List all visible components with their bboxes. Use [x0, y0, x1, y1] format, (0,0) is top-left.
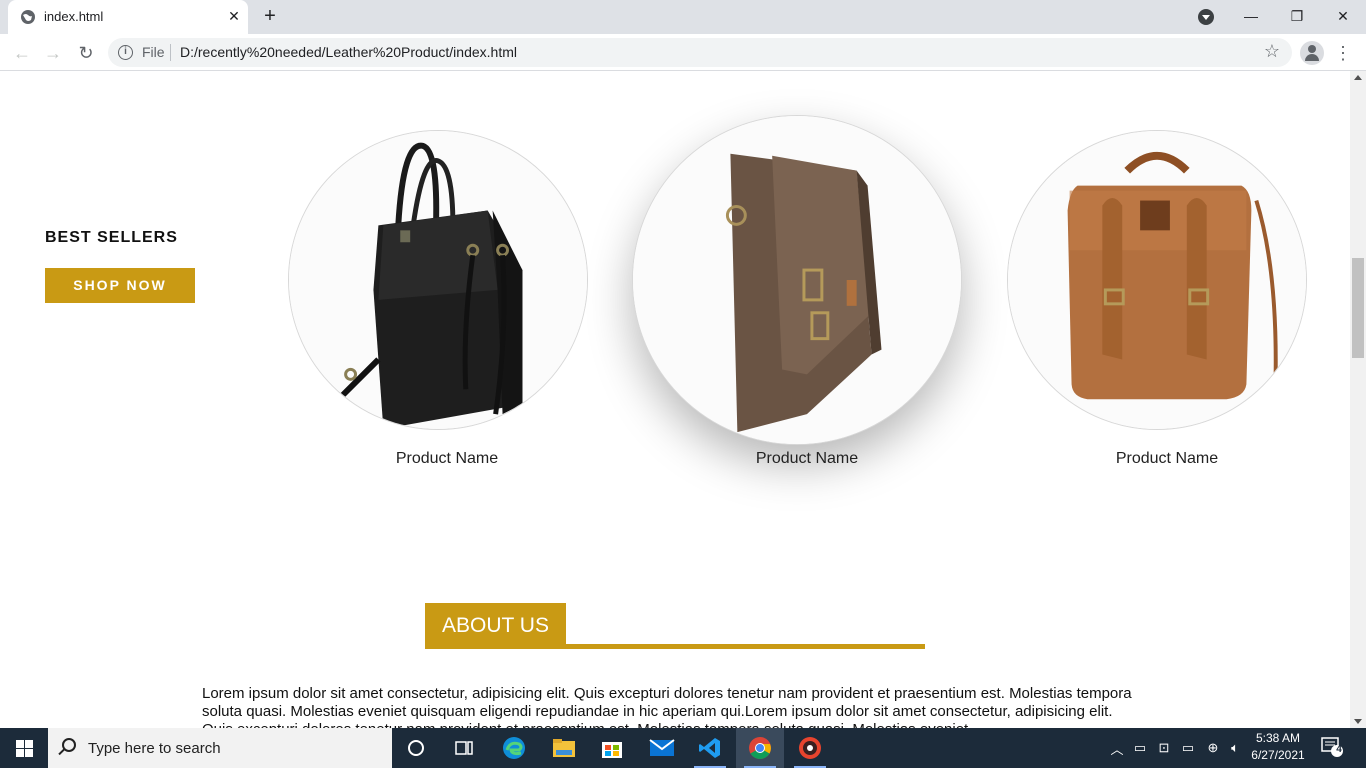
- browser-tab-strip: index.html ✕ + — ❐ ✕: [0, 0, 1366, 34]
- site-info-icon[interactable]: i: [118, 45, 133, 60]
- reload-icon[interactable]: ↻: [73, 40, 99, 66]
- browser-tab[interactable]: index.html ✕: [8, 0, 248, 34]
- notification-count: 4: [1336, 744, 1342, 755]
- profile-avatar-icon[interactable]: [1300, 41, 1324, 65]
- divider: [170, 44, 171, 61]
- minimize-button[interactable]: —: [1228, 0, 1274, 34]
- address-bar[interactable]: i File D:/recently%20needed/Leather%20Pr…: [108, 38, 1292, 67]
- clock-time: 5:38 AM: [1255, 731, 1301, 745]
- tan-backpack-image: [1008, 131, 1306, 429]
- product-name-1[interactable]: Product Name: [347, 450, 547, 468]
- close-window-button[interactable]: ✕: [1320, 0, 1366, 34]
- product-name-2[interactable]: Product Name: [707, 450, 907, 468]
- notification-center-icon[interactable]: 4: [1320, 736, 1346, 760]
- scheme-label: File: [142, 44, 165, 60]
- back-icon[interactable]: ←: [9, 40, 35, 66]
- forward-icon[interactable]: →: [40, 40, 66, 66]
- scroll-down-icon[interactable]: [1354, 719, 1362, 724]
- bookmark-star-icon[interactable]: ☆: [1264, 41, 1280, 62]
- meet-now-icon[interactable]: ▭: [1130, 728, 1150, 768]
- task-view-icon[interactable]: [440, 728, 488, 768]
- tab-title: index.html: [44, 9, 104, 24]
- shop-now-button[interactable]: SHOP NOW: [45, 268, 195, 303]
- security-icon[interactable]: ⊡: [1154, 728, 1174, 768]
- product-image-tan-backpack[interactable]: [1007, 130, 1307, 430]
- tab-search-icon[interactable]: [1198, 9, 1214, 25]
- globe-icon: [21, 10, 35, 24]
- taskbar-search-box[interactable]: Type here to search: [48, 728, 392, 768]
- chrome-icon[interactable]: [736, 728, 784, 768]
- product-name-3[interactable]: Product Name: [1067, 450, 1267, 468]
- volume-icon[interactable]: 🔈︎: [1226, 728, 1244, 768]
- edge-icon[interactable]: [490, 728, 538, 768]
- system-clock[interactable]: 5:38 AM 6/27/2021: [1244, 730, 1312, 764]
- battery-icon[interactable]: ▭: [1178, 728, 1198, 768]
- media-player-icon[interactable]: [786, 728, 834, 768]
- menu-kebab-icon[interactable]: ⋮: [1334, 40, 1352, 66]
- new-tab-button[interactable]: +: [258, 6, 282, 28]
- cortana-icon[interactable]: [392, 728, 440, 768]
- scroll-up-icon[interactable]: [1354, 75, 1362, 80]
- black-bag-image: [289, 131, 587, 429]
- close-tab-icon[interactable]: ✕: [224, 6, 244, 26]
- clock-date: 6/27/2021: [1251, 748, 1305, 762]
- mail-icon[interactable]: [638, 728, 686, 768]
- product-image-brown-messenger[interactable]: [632, 115, 962, 445]
- page-viewport: BEST SELLERS SHOP NOW Product Name Produ…: [0, 71, 1350, 728]
- windows-taskbar: Type here to search ︿ ▭ ⊡ ▭ ⊕ 🔈︎ 5:38 AM…: [0, 728, 1366, 768]
- url-text[interactable]: D:/recently%20needed/Leather%20Product/i…: [180, 44, 517, 60]
- about-us-heading: ABOUT US: [425, 603, 566, 648]
- search-icon: [62, 738, 76, 752]
- microsoft-store-icon[interactable]: [588, 728, 636, 768]
- brown-messenger-image: [633, 116, 961, 444]
- windows-start-icon[interactable]: [0, 728, 48, 768]
- network-globe-icon[interactable]: ⊕: [1202, 728, 1224, 768]
- scrollbar-thumb[interactable]: [1352, 258, 1364, 358]
- show-hidden-icons-icon[interactable]: ︿: [1108, 728, 1126, 768]
- product-image-black-bag[interactable]: [288, 130, 588, 430]
- page-scrollbar[interactable]: [1350, 71, 1366, 728]
- restore-button[interactable]: ❐: [1274, 0, 1320, 34]
- search-placeholder: Type here to search: [88, 740, 221, 757]
- browser-toolbar: ← → ↻ i File D:/recently%20needed/Leathe…: [0, 34, 1366, 71]
- vscode-icon[interactable]: [686, 728, 734, 768]
- file-explorer-icon[interactable]: [540, 728, 588, 768]
- about-us-text: Lorem ipsum dolor sit amet consectetur, …: [202, 685, 1132, 728]
- best-sellers-heading: BEST SELLERS: [45, 229, 178, 246]
